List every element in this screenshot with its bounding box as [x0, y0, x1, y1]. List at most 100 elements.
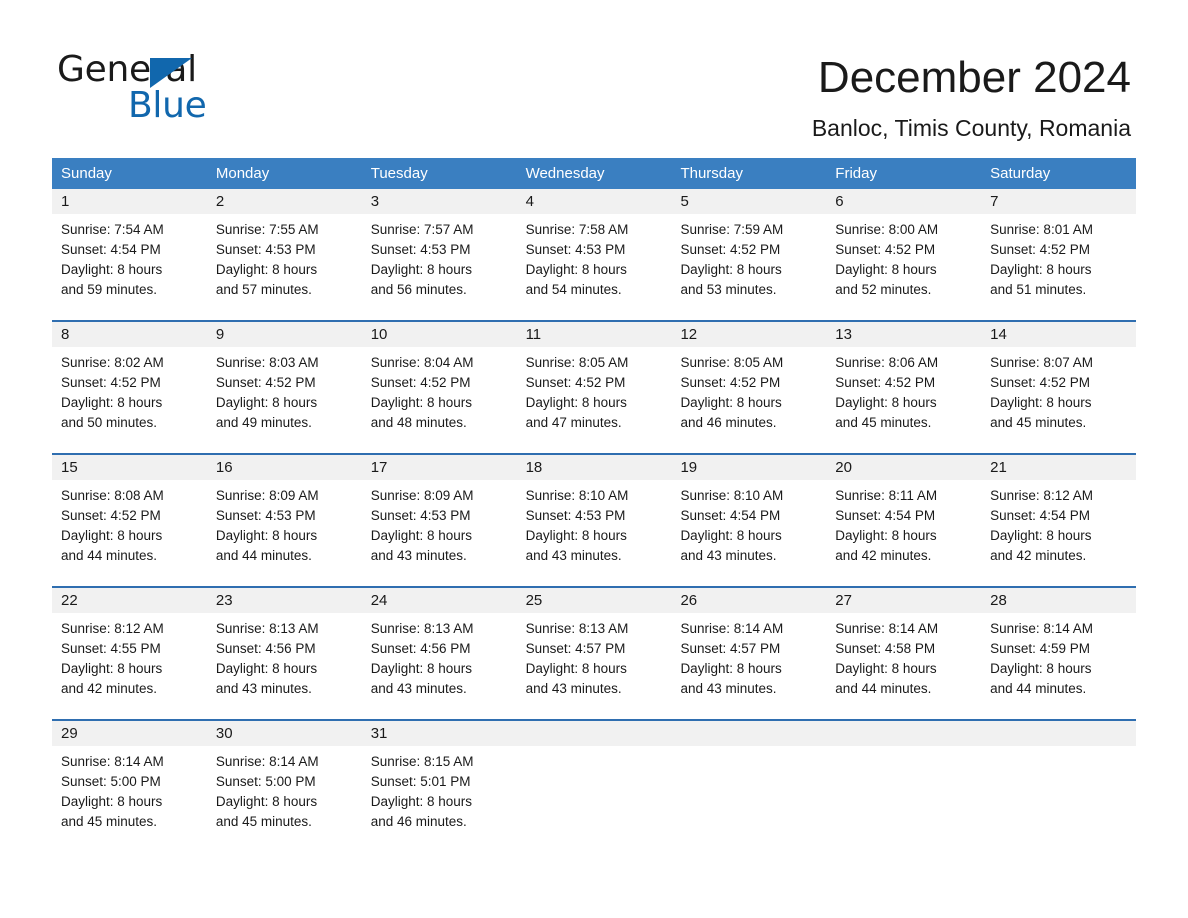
- sunset-text: Sunset: 4:52 PM: [370, 375, 471, 390]
- day-cell[interactable]: 11 Sunrise: 8:05 AM Sunset: 4:52 PM Dayl…: [516, 322, 672, 441]
- day-cell[interactable]: 14 Sunrise: 8:07 AM Sunset: 4:52 PM Dayl…: [981, 322, 1137, 441]
- day-cell[interactable]: 6 Sunrise: 8:00 AM Sunset: 4:52 PM Dayli…: [826, 189, 982, 308]
- weekday-header-row: Sunday Monday Tuesday Wednesday Thursday…: [52, 158, 1136, 189]
- day-cell[interactable]: 8 Sunrise: 8:02 AM Sunset: 4:52 PM Dayli…: [52, 322, 207, 441]
- day-cell[interactable]: 15 Sunrise: 8:08 AM Sunset: 4:52 PM Dayl…: [52, 455, 207, 574]
- day-cell[interactable]: 28 Sunrise: 8:14 AM Sunset: 4:59 PM Dayl…: [981, 588, 1137, 707]
- day-cell[interactable]: 9 Sunrise: 8:03 AM Sunset: 4:52 PM Dayli…: [206, 322, 362, 441]
- day-cell[interactable]: 16 Sunrise: 8:09 AM Sunset: 4:53 PM Dayl…: [206, 455, 362, 574]
- day-number: 22: [52, 588, 207, 613]
- sunrise-text: Sunrise: 8:14 AM: [61, 754, 164, 769]
- day-number: 6: [826, 189, 982, 214]
- day-number: 11: [516, 322, 672, 347]
- daylight-text-line2: and 47 minutes.: [525, 415, 622, 430]
- sunset-text: Sunset: 4:59 PM: [990, 641, 1090, 656]
- day-cell[interactable]: 17 Sunrise: 8:09 AM Sunset: 4:53 PM Dayl…: [361, 455, 517, 574]
- daylight-text-line2: and 52 minutes.: [835, 282, 932, 297]
- sunrise-text: Sunrise: 7:57 AM: [370, 222, 474, 237]
- day-number: 15: [52, 455, 207, 480]
- day-cell[interactable]: 1 Sunrise: 7:54 AM Sunset: 4:54 PM Dayli…: [52, 189, 207, 308]
- day-details: Sunrise: 8:14 AM Sunset: 4:58 PM Dayligh…: [826, 613, 981, 707]
- logo-triangle-icon: [150, 58, 192, 88]
- day-cell[interactable]: 29 Sunrise: 8:14 AM Sunset: 5:00 PM Dayl…: [52, 721, 207, 854]
- sunset-text: Sunset: 5:00 PM: [61, 774, 161, 789]
- day-cell[interactable]: 25 Sunrise: 8:13 AM Sunset: 4:57 PM Dayl…: [516, 588, 672, 707]
- sunset-text: Sunset: 4:53 PM: [215, 242, 316, 257]
- daylight-text-line2: and 42 minutes.: [990, 548, 1087, 563]
- day-cell[interactable]: 4 Sunrise: 7:58 AM Sunset: 4:53 PM Dayli…: [516, 189, 672, 308]
- sunrise-text: Sunrise: 8:12 AM: [61, 621, 164, 636]
- day-cell[interactable]: 19 Sunrise: 8:10 AM Sunset: 4:54 PM Dayl…: [671, 455, 827, 574]
- day-details: Sunrise: 8:08 AM Sunset: 4:52 PM Dayligh…: [52, 480, 207, 574]
- day-cell[interactable]: 12 Sunrise: 8:05 AM Sunset: 4:52 PM Dayl…: [671, 322, 827, 441]
- daylight-text-line1: Daylight: 8 hours: [61, 528, 163, 543]
- day-cell[interactable]: 5 Sunrise: 7:59 AM Sunset: 4:52 PM Dayli…: [671, 189, 827, 308]
- daylight-text-line1: Daylight: 8 hours: [215, 794, 318, 809]
- sunrise-text: Sunrise: 8:06 AM: [835, 355, 939, 370]
- sunrise-text: Sunrise: 8:10 AM: [680, 488, 784, 503]
- day-cell[interactable]: 21 Sunrise: 8:12 AM Sunset: 4:54 PM Dayl…: [981, 455, 1137, 574]
- daylight-text-line1: Daylight: 8 hours: [525, 661, 627, 676]
- day-number: 30: [206, 721, 362, 746]
- daylight-text-line2: and 45 minutes.: [990, 415, 1087, 430]
- sunset-text: Sunset: 4:52 PM: [680, 242, 781, 257]
- day-cell[interactable]: 20 Sunrise: 8:11 AM Sunset: 4:54 PM Dayl…: [826, 455, 982, 574]
- day-cell[interactable]: 7 Sunrise: 8:01 AM Sunset: 4:52 PM Dayli…: [981, 189, 1137, 308]
- daylight-text-line1: Daylight: 8 hours: [61, 262, 163, 277]
- day-details: Sunrise: 8:15 AM Sunset: 5:01 PM Dayligh…: [362, 746, 517, 840]
- day-cell[interactable]: 2 Sunrise: 7:55 AM Sunset: 4:53 PM Dayli…: [206, 189, 362, 308]
- sunrise-text: Sunrise: 8:04 AM: [370, 355, 474, 370]
- sunset-text: Sunset: 4:57 PM: [680, 641, 781, 656]
- day-details: Sunrise: 8:02 AM Sunset: 4:52 PM Dayligh…: [52, 347, 207, 441]
- day-cell[interactable]: 22 Sunrise: 8:12 AM Sunset: 4:55 PM Dayl…: [52, 588, 207, 707]
- day-details: Sunrise: 8:09 AM Sunset: 4:53 PM Dayligh…: [362, 480, 517, 574]
- sunset-text: Sunset: 4:54 PM: [61, 242, 161, 257]
- day-cell[interactable]: 30 Sunrise: 8:14 AM Sunset: 5:00 PM Dayl…: [206, 721, 362, 854]
- day-cell[interactable]: 18 Sunrise: 8:10 AM Sunset: 4:53 PM Dayl…: [516, 455, 672, 574]
- daylight-text-line2: and 53 minutes.: [680, 282, 777, 297]
- daylight-text-line2: and 51 minutes.: [990, 282, 1087, 297]
- day-details: Sunrise: 8:03 AM Sunset: 4:52 PM Dayligh…: [207, 347, 362, 441]
- day-number: 9: [206, 322, 362, 347]
- day-cell[interactable]: 10 Sunrise: 8:04 AM Sunset: 4:52 PM Dayl…: [361, 322, 517, 441]
- daylight-text-line2: and 44 minutes.: [215, 548, 312, 563]
- daylight-text-line1: Daylight: 8 hours: [835, 395, 937, 410]
- sunrise-text: Sunrise: 8:07 AM: [990, 355, 1093, 370]
- day-cell[interactable]: 27 Sunrise: 8:14 AM Sunset: 4:58 PM Dayl…: [826, 588, 982, 707]
- day-cell[interactable]: 26 Sunrise: 8:14 AM Sunset: 4:57 PM Dayl…: [671, 588, 827, 707]
- day-cell[interactable]: 24 Sunrise: 8:13 AM Sunset: 4:56 PM Dayl…: [361, 588, 517, 707]
- sunrise-text: Sunrise: 8:08 AM: [61, 488, 164, 503]
- day-cell[interactable]: 23 Sunrise: 8:13 AM Sunset: 4:56 PM Dayl…: [206, 588, 362, 707]
- daylight-text-line2: and 43 minutes.: [525, 548, 622, 563]
- page-title: December 2024: [817, 53, 1131, 102]
- day-cell[interactable]: 31 Sunrise: 8:15 AM Sunset: 5:01 PM Dayl…: [361, 721, 517, 854]
- day-cell[interactable]: 3 Sunrise: 7:57 AM Sunset: 4:53 PM Dayli…: [361, 189, 517, 308]
- weekday-header-saturday: Saturday: [990, 165, 1051, 182]
- sunrise-text: Sunrise: 8:10 AM: [525, 488, 629, 503]
- sunset-text: Sunset: 4:56 PM: [370, 641, 471, 656]
- day-cell-empty: [671, 721, 827, 854]
- sunset-text: Sunset: 4:54 PM: [680, 508, 781, 523]
- day-details: Sunrise: 8:14 AM Sunset: 4:59 PM Dayligh…: [981, 613, 1136, 707]
- sunset-text: Sunset: 4:52 PM: [680, 375, 781, 390]
- sunrise-text: Sunrise: 8:14 AM: [835, 621, 939, 636]
- day-details: Sunrise: 8:10 AM Sunset: 4:54 PM Dayligh…: [671, 480, 826, 574]
- daylight-text-line1: Daylight: 8 hours: [525, 262, 627, 277]
- day-cell-empty: [516, 721, 672, 854]
- day-cell-empty: [826, 721, 982, 854]
- page-header: General Blue December 2024 Banloc, Timis…: [0, 0, 1188, 150]
- day-cell[interactable]: 13 Sunrise: 8:06 AM Sunset: 4:52 PM Dayl…: [826, 322, 982, 441]
- daylight-text-line1: Daylight: 8 hours: [61, 395, 163, 410]
- sunset-text: Sunset: 5:01 PM: [370, 774, 471, 789]
- week-row: 1 Sunrise: 7:54 AM Sunset: 4:54 PM Dayli…: [52, 189, 1137, 308]
- day-details: Sunrise: 8:13 AM Sunset: 4:57 PM Dayligh…: [517, 613, 672, 707]
- week-row: 29 Sunrise: 8:14 AM Sunset: 5:00 PM Dayl…: [52, 719, 1137, 854]
- daylight-text-line1: Daylight: 8 hours: [370, 661, 473, 676]
- daylight-text-line1: Daylight: 8 hours: [215, 528, 318, 543]
- daylight-text-line2: and 48 minutes.: [370, 415, 467, 430]
- day-number: [671, 721, 827, 746]
- day-details: Sunrise: 8:10 AM Sunset: 4:53 PM Dayligh…: [517, 480, 672, 574]
- general-blue-logo[interactable]: General Blue: [57, 50, 257, 128]
- day-number: 19: [671, 455, 827, 480]
- week-row: 15 Sunrise: 8:08 AM Sunset: 4:52 PM Dayl…: [52, 453, 1137, 574]
